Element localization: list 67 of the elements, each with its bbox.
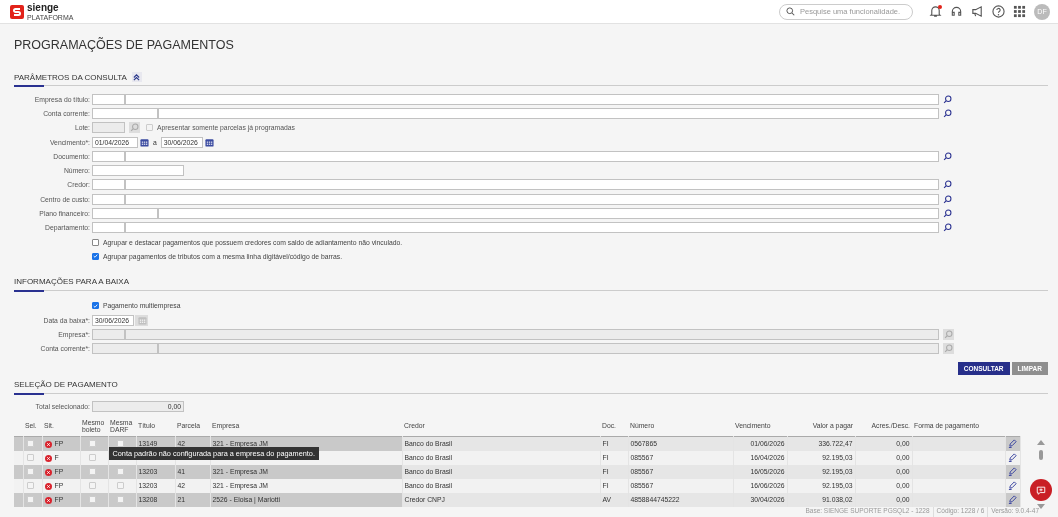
name-input[interactable] [125,150,939,162]
search-icon[interactable] [943,151,952,161]
search-icon[interactable] [943,194,952,204]
logo-text: sienge [27,2,60,13]
error-icon [44,440,52,448]
code-input[interactable] [92,193,125,205]
error-icon [44,468,52,476]
search-icon[interactable] [943,223,952,233]
error-icon [44,482,52,490]
name-input[interactable] [125,179,939,191]
apps-grid-icon[interactable] [1013,5,1026,18]
error-icon [44,454,52,462]
checkbox[interactable] [116,481,124,489]
name-input[interactable] [158,107,939,119]
search-icon[interactable] [943,94,952,104]
checkbox[interactable] [88,453,96,461]
code-input[interactable] [92,150,125,162]
number-input[interactable] [92,165,184,177]
edit-icon[interactable] [1008,495,1017,505]
name-input[interactable] [125,193,939,205]
section-title: INFORMAÇÕES PARA A BAIXA [14,277,129,287]
error-icon [44,496,52,504]
search-icon[interactable] [943,209,952,218]
calendar-icon[interactable] [140,137,149,147]
checkbox[interactable] [116,495,124,503]
checkbox[interactable] [88,439,96,447]
search-icon[interactable] [943,180,952,190]
collapse-button[interactable] [131,72,142,82]
code-input[interactable] [92,208,158,219]
chat-button[interactable] [1030,479,1052,501]
checkbox[interactable] [27,439,34,447]
checkbox[interactable] [27,453,34,461]
checkbox[interactable] [27,481,34,489]
code-input[interactable] [92,107,158,119]
megaphone-icon[interactable] [971,5,984,18]
checkbox[interactable] [92,252,99,260]
checkbox[interactable] [92,302,99,310]
edit-icon[interactable] [1008,481,1017,491]
edit-icon[interactable] [1008,439,1017,449]
bell-icon[interactable] [929,5,942,18]
section-title: PARÂMETROS DA CONSULTA [14,72,127,82]
notification-dot [938,5,942,9]
checkbox[interactable] [116,467,124,475]
checkbox[interactable] [92,238,99,246]
code-input[interactable] [92,222,125,234]
section-title: SELEÇÃO DE PAGAMENTO [14,380,118,390]
checkbox[interactable] [27,467,34,475]
calendar-icon[interactable] [204,137,214,147]
checkbox[interactable] [88,495,96,503]
chat-icon [1036,484,1046,496]
checkbox[interactable] [116,439,124,447]
help-icon[interactable] [992,5,1005,18]
logo-icon [10,4,24,19]
checkbox[interactable] [27,495,34,503]
code-input[interactable] [92,179,125,191]
name-input[interactable] [158,208,939,219]
name-input[interactable] [125,93,939,105]
edit-icon[interactable] [1008,467,1017,477]
checkbox[interactable] [88,481,96,489]
headset-icon[interactable] [950,5,963,18]
name-input[interactable] [125,222,939,234]
page-title: PROGRAMAÇÕES DE PAGAMENTOS [14,38,235,54]
search-icon [786,7,795,16]
code-input[interactable] [92,93,125,105]
checkbox[interactable] [88,467,96,475]
edit-icon[interactable] [1008,453,1017,463]
search-icon[interactable] [943,108,952,118]
